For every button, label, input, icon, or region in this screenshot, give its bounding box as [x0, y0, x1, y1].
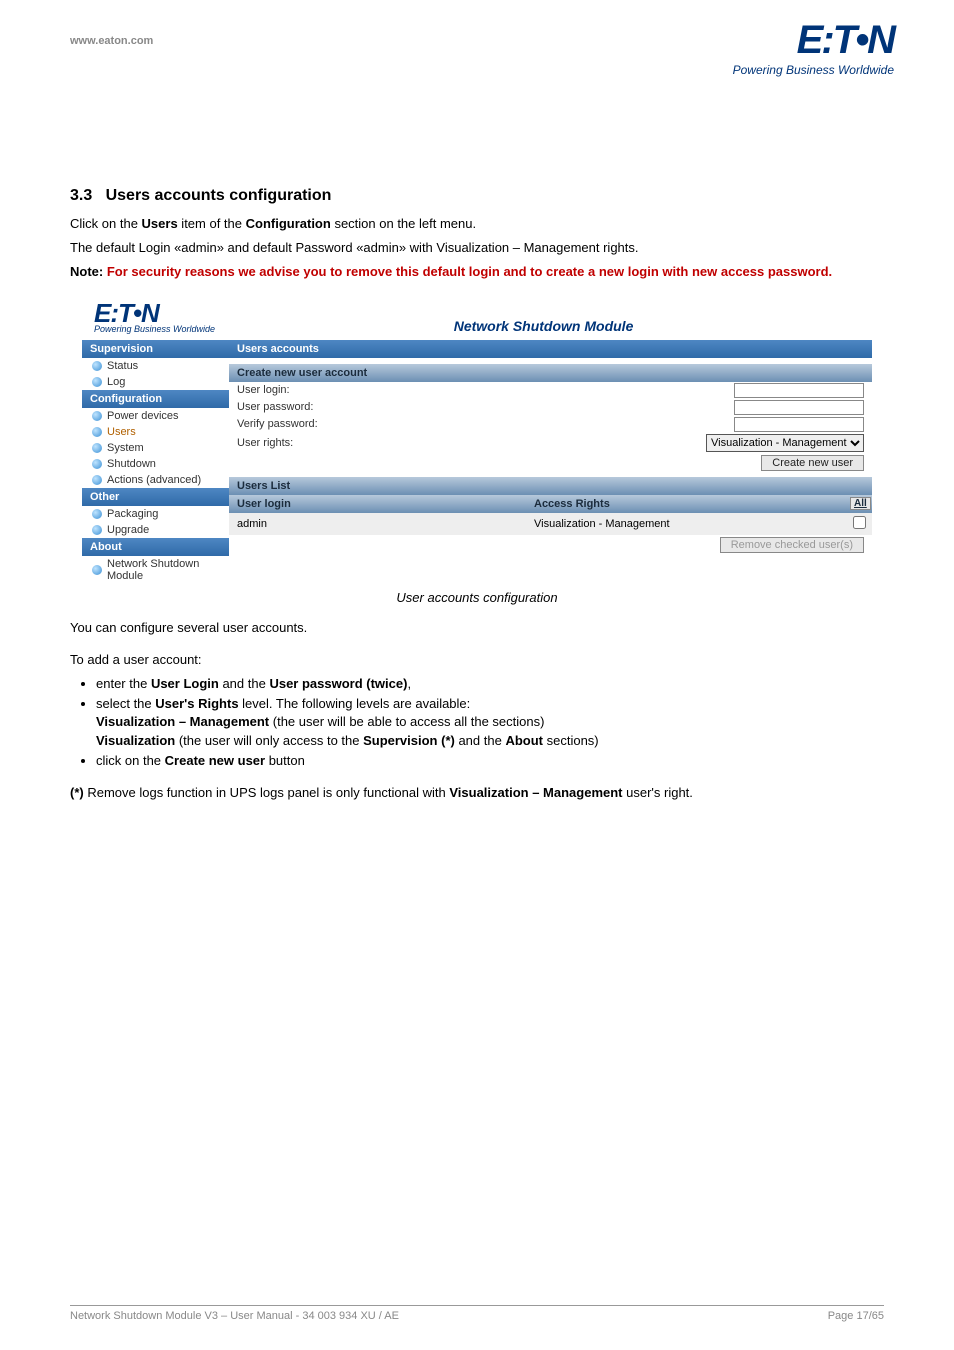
create-new-user-button[interactable]: Create new user — [761, 455, 864, 471]
input-user-login[interactable] — [734, 383, 864, 398]
bullet-icon — [92, 525, 102, 535]
list-item: select the User's Rights level. The foll… — [96, 695, 884, 750]
select-all-button[interactable]: All — [850, 497, 871, 510]
bullet-icon — [92, 427, 102, 437]
input-verify-password[interactable] — [734, 417, 864, 432]
app-brand-mark: E:T•N — [94, 302, 215, 324]
label-user-rights: User rights: — [237, 437, 357, 449]
sidebar-item-about-nsm[interactable]: Network Shutdown Module — [82, 556, 229, 584]
users-list-title: Users List — [229, 477, 872, 495]
section-title: Users accounts configuration — [106, 187, 332, 204]
col-access-rights[interactable]: Access Rights — [526, 495, 846, 513]
add-user-steps: enter the User Login and the User passwo… — [96, 675, 884, 770]
bullet-icon — [92, 361, 102, 371]
sidebar-item-log[interactable]: Log — [82, 374, 229, 390]
sidebar: Supervision Status Log Configuration Pow… — [82, 340, 229, 584]
bullet-icon — [92, 377, 102, 387]
section-heading: 3.3 Users accounts configuration — [70, 187, 884, 205]
cell-access-rights: Visualization - Management — [526, 513, 846, 535]
panel-title: Users accounts — [229, 340, 872, 358]
bullet-icon — [92, 459, 102, 469]
remove-checked-users-button[interactable]: Remove checked user(s) — [720, 537, 864, 553]
sidebar-cat-supervision: Supervision — [82, 340, 229, 358]
label-verify-password: Verify password: — [237, 418, 357, 430]
sidebar-item-users[interactable]: Users — [82, 424, 229, 440]
sidebar-item-system[interactable]: System — [82, 440, 229, 456]
col-user-login[interactable]: User login — [229, 495, 526, 513]
sidebar-cat-about: About — [82, 538, 229, 556]
brand-mark: E:T•N — [797, 18, 894, 63]
footer-left: Network Shutdown Module V3 – User Manual… — [70, 1310, 399, 1322]
add-user-intro: To add a user account: — [70, 651, 884, 669]
select-user-rights[interactable]: Visualization - Management — [706, 434, 864, 452]
sidebar-item-shutdown[interactable]: Shutdown — [82, 456, 229, 472]
cell-user-login: admin — [229, 513, 526, 535]
brand-logo: E:T•N Powering Business Worldwide — [733, 18, 894, 77]
bullet-icon — [92, 475, 102, 485]
configure-accounts-paragraph: You can configure several user accounts. — [70, 619, 884, 637]
app-brand-tagline: Powering Business Worldwide — [94, 324, 215, 334]
page-footer: Network Shutdown Module V3 – User Manual… — [70, 1305, 884, 1322]
bullet-icon — [92, 565, 102, 575]
sidebar-item-actions-advanced[interactable]: Actions (advanced) — [82, 472, 229, 488]
create-account-title: Create new user account — [229, 364, 872, 382]
sidebar-cat-other: Other — [82, 488, 229, 506]
screenshot-caption: User accounts configuration — [70, 590, 884, 605]
label-user-login: User login: — [237, 384, 357, 396]
bullet-icon — [92, 443, 102, 453]
screenshot-users-accounts: E:T•N Powering Business Worldwide Networ… — [82, 296, 872, 584]
sidebar-cat-configuration: Configuration — [82, 390, 229, 408]
footer-right: Page 17/65 — [828, 1310, 884, 1322]
intro-paragraph: Click on the Users item of the Configura… — [70, 215, 884, 233]
security-note: Note: For security reasons we advise you… — [70, 263, 884, 281]
input-user-password[interactable] — [734, 400, 864, 415]
app-title: Network Shutdown Module — [215, 318, 872, 334]
sidebar-item-status[interactable]: Status — [82, 358, 229, 374]
table-row: admin Visualization - Management — [229, 513, 872, 535]
list-item: enter the User Login and the User passwo… — [96, 675, 884, 693]
bullet-icon — [92, 509, 102, 519]
section-number: 3.3 — [70, 187, 92, 204]
bullet-icon — [92, 411, 102, 421]
row-select-checkbox[interactable] — [853, 516, 866, 529]
label-user-password: User password: — [237, 401, 357, 413]
main-panel: Users accounts Create new user account U… — [229, 340, 872, 584]
sidebar-item-packaging[interactable]: Packaging — [82, 506, 229, 522]
footnote-star: (*) Remove logs function in UPS logs pan… — [70, 784, 884, 802]
sidebar-item-power-devices[interactable]: Power devices — [82, 408, 229, 424]
users-list-header: User login Access Rights All — [229, 495, 872, 513]
brand-tagline: Powering Business Worldwide — [733, 63, 894, 77]
default-login-paragraph: The default Login «admin» and default Pa… — [70, 239, 884, 257]
list-item: click on the Create new user button — [96, 752, 884, 770]
sidebar-item-upgrade[interactable]: Upgrade — [82, 522, 229, 538]
